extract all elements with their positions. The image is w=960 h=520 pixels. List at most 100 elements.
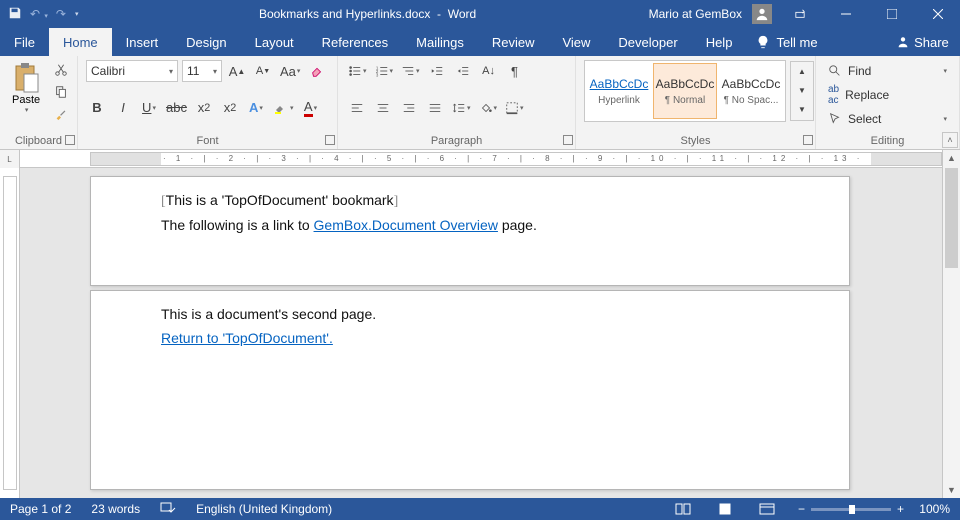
strikethrough-button[interactable]: abc	[164, 97, 189, 119]
font-launcher[interactable]	[325, 135, 335, 145]
page-1[interactable]: [This is a 'TopOfDocument' bookmark] The…	[90, 176, 850, 286]
link-line[interactable]: The following is a link to GemBox.Docume…	[161, 214, 779, 238]
document-area[interactable]: [This is a 'TopOfDocument' bookmark] The…	[0, 168, 942, 498]
read-mode-button[interactable]	[672, 501, 694, 517]
tell-me-search[interactable]: Tell me	[746, 28, 827, 56]
styles-launcher[interactable]	[803, 135, 813, 145]
web-layout-button[interactable]	[756, 501, 778, 517]
text-effects-button[interactable]: A▾	[245, 97, 267, 119]
align-right-button[interactable]	[398, 97, 420, 119]
close-button[interactable]	[920, 0, 956, 28]
numbering-button[interactable]: 123▾	[373, 60, 396, 82]
tab-mailings[interactable]: Mailings	[402, 28, 478, 56]
tab-developer[interactable]: Developer	[604, 28, 691, 56]
gembox-overview-link[interactable]: GemBox.Document Overview	[314, 217, 498, 233]
tab-file[interactable]: File	[0, 28, 49, 56]
font-name-combo[interactable]: Calibri▾	[86, 60, 178, 82]
align-left-button[interactable]	[346, 97, 368, 119]
format-painter-button[interactable]	[50, 104, 72, 124]
share-button[interactable]: Share	[896, 28, 960, 56]
cursor-icon	[828, 112, 842, 126]
styles-gallery[interactable]: AaBbCcDcHyperlink AaBbCcDc¶ Normal AaBbC…	[584, 60, 786, 122]
copy-button[interactable]	[50, 82, 72, 102]
find-button[interactable]: Find▾	[824, 62, 951, 80]
undo-icon[interactable]: ↶ ▾	[30, 7, 48, 21]
font-group-label: Font	[196, 135, 218, 147]
cut-button[interactable]	[50, 60, 72, 80]
font-size-combo[interactable]: 11▾	[182, 60, 222, 82]
shrink-font-button[interactable]: A▼	[252, 60, 274, 82]
language-indicator[interactable]: English (United Kingdom)	[196, 502, 332, 516]
superscript-button[interactable]: x2	[219, 97, 241, 119]
zoom-out-button[interactable]: −	[798, 502, 805, 516]
tab-home[interactable]: Home	[49, 28, 112, 56]
vertical-scrollbar[interactable]: ▲ ▼	[942, 150, 960, 498]
collapse-ribbon-button[interactable]: ˄	[942, 132, 958, 148]
line-spacing-button[interactable]: ▾	[450, 97, 473, 119]
return-bookmark-link[interactable]: Return to 'TopOfDocument'.	[161, 330, 333, 346]
style-no-spacing[interactable]: AaBbCcDc¶ No Spac...	[719, 63, 783, 119]
decrease-indent-button[interactable]	[426, 60, 448, 82]
sort-button[interactable]: A↓	[478, 60, 500, 82]
vertical-ruler[interactable]	[0, 168, 20, 498]
zoom-in-button[interactable]: +	[897, 502, 904, 516]
subscript-button[interactable]: x2	[193, 97, 215, 119]
increase-indent-button[interactable]	[452, 60, 474, 82]
tab-insert[interactable]: Insert	[112, 28, 173, 56]
underline-button[interactable]: U▾	[138, 97, 160, 119]
change-case-button[interactable]: Aa▾	[278, 60, 302, 82]
show-marks-button[interactable]: ¶	[504, 60, 526, 82]
minimize-button[interactable]	[828, 0, 864, 28]
print-layout-button[interactable]	[714, 501, 736, 517]
shading-button[interactable]: ▾	[477, 97, 500, 119]
tab-design[interactable]: Design	[172, 28, 240, 56]
bookmark-line[interactable]: [This is a 'TopOfDocument' bookmark]	[161, 189, 779, 214]
scroll-up-button[interactable]: ▲	[943, 150, 960, 166]
style-hyperlink[interactable]: AaBbCcDcHyperlink	[587, 63, 651, 119]
page2-text[interactable]: This is a document's second page.	[161, 303, 779, 327]
bullets-button[interactable]: ▾	[346, 60, 369, 82]
clear-format-button[interactable]	[306, 60, 328, 82]
page-2[interactable]: This is a document's second page. Return…	[90, 290, 850, 490]
tab-help[interactable]: Help	[692, 28, 747, 56]
ribbon-options-icon[interactable]	[782, 0, 818, 28]
justify-button[interactable]	[424, 97, 446, 119]
style-normal[interactable]: AaBbCcDc¶ Normal	[653, 63, 717, 119]
select-button[interactable]: Select▾	[824, 110, 951, 128]
styles-scroll-down[interactable]: ▼	[791, 81, 813, 100]
zoom-level[interactable]: 100%	[910, 502, 950, 516]
user-name[interactable]: Mario at GemBox	[649, 7, 742, 21]
borders-button[interactable]: ▾	[503, 97, 526, 119]
font-color-button[interactable]: A▾	[299, 97, 321, 119]
styles-scroll-up[interactable]: ▲	[791, 62, 813, 81]
clipboard-launcher[interactable]	[65, 135, 75, 145]
paste-button[interactable]: Paste▾	[8, 60, 44, 116]
highlight-button[interactable]: ▾	[271, 97, 296, 119]
paragraph-launcher[interactable]	[563, 135, 573, 145]
maximize-button[interactable]	[874, 0, 910, 28]
word-count[interactable]: 23 words	[91, 502, 140, 516]
grow-font-button[interactable]: A▲	[226, 60, 248, 82]
tab-references[interactable]: References	[308, 28, 402, 56]
spellcheck-icon[interactable]	[160, 501, 176, 518]
bold-button[interactable]: B	[86, 97, 108, 119]
multilevel-button[interactable]: ▾	[399, 60, 422, 82]
tab-review[interactable]: Review	[478, 28, 549, 56]
page-indicator[interactable]: Page 1 of 2	[10, 502, 71, 516]
save-icon[interactable]	[8, 6, 22, 23]
align-center-button[interactable]	[372, 97, 394, 119]
tab-view[interactable]: View	[548, 28, 604, 56]
tab-selector[interactable]: L	[0, 150, 20, 168]
styles-expand[interactable]: ▼	[791, 100, 813, 119]
copy-icon	[54, 85, 68, 99]
scroll-down-button[interactable]: ▼	[943, 482, 960, 498]
zoom-slider[interactable]	[811, 508, 891, 511]
user-avatar-icon[interactable]	[752, 4, 772, 24]
tab-layout[interactable]: Layout	[241, 28, 308, 56]
horizontal-ruler[interactable]: L · 1 · | · 2 · | · 3 · | · 4 · | · 5 · …	[0, 150, 960, 168]
qat-customize-icon[interactable]: ▾	[75, 10, 79, 18]
italic-button[interactable]: I	[112, 97, 134, 119]
redo-icon[interactable]: ↷	[56, 7, 66, 21]
scroll-thumb[interactable]	[945, 168, 958, 268]
replace-button[interactable]: abacReplace	[824, 82, 951, 108]
